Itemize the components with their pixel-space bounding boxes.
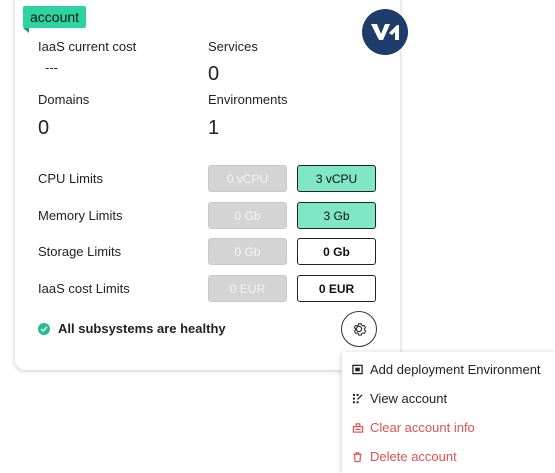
- menu-item-clear-account-info[interactable]: Clear account info: [342, 413, 555, 442]
- iaas-cost-limits-label: IaaS cost Limits: [38, 281, 130, 296]
- menu-item-delete-account[interactable]: Delete account: [342, 442, 555, 471]
- logo-icon: [371, 24, 399, 40]
- account-tag: account: [23, 6, 87, 33]
- menu-item-label: Clear account info: [370, 420, 475, 435]
- memory-limits-label: Memory Limits: [38, 208, 123, 223]
- menu-item-add-environment[interactable]: Add deployment Environment: [342, 355, 555, 384]
- environments-value: 1: [208, 117, 220, 139]
- menu-item-label: Add deployment Environment: [370, 362, 541, 377]
- domains-label: Domains: [38, 92, 90, 107]
- page: account IaaS current cost --- Services 0…: [0, 0, 555, 473]
- services-label: Services: [208, 39, 258, 54]
- clear-icon: [352, 421, 368, 435]
- storage-limits-label: Storage Limits: [38, 244, 122, 259]
- cpu-limits-label: CPU Limits: [38, 171, 104, 186]
- health-status: All subsystems are healthy: [38, 321, 226, 336]
- settings-button[interactable]: [341, 311, 377, 347]
- gear-icon: [353, 323, 367, 336]
- iaas-cost-current-value: 0 EUR: [208, 275, 287, 302]
- domains-value: 0: [38, 117, 50, 139]
- cpu-current-value: 0 vCPU: [208, 165, 287, 192]
- memory-limit-value[interactable]: 3 Gb: [297, 202, 376, 229]
- view-icon: [352, 392, 368, 406]
- menu-item-label: Delete account: [370, 449, 457, 464]
- menu-item-view-account[interactable]: View account: [342, 384, 555, 413]
- check-circle-icon: [38, 322, 50, 335]
- iaas-cost-value: ---: [45, 60, 58, 75]
- iaas-cost-limit-value[interactable]: 0 EUR: [297, 275, 376, 302]
- environment-icon: [352, 363, 368, 377]
- services-value: 0: [208, 63, 220, 85]
- environments-label: Environments: [208, 92, 288, 107]
- trash-icon: [352, 450, 368, 464]
- account-actions-menu: Add deployment Environment View account: [342, 352, 555, 473]
- storage-current-value: 0 Gb: [208, 238, 287, 265]
- menu-item-label: View account: [370, 391, 448, 406]
- health-status-text: All subsystems are healthy: [58, 321, 226, 336]
- brand-logo: [362, 9, 408, 55]
- cpu-limit-value[interactable]: 3 vCPU: [297, 165, 376, 192]
- storage-limit-value[interactable]: 0 Gb: [297, 238, 376, 265]
- memory-current-value: 0 Gb: [208, 202, 287, 229]
- iaas-cost-label: IaaS current cost: [38, 39, 137, 54]
